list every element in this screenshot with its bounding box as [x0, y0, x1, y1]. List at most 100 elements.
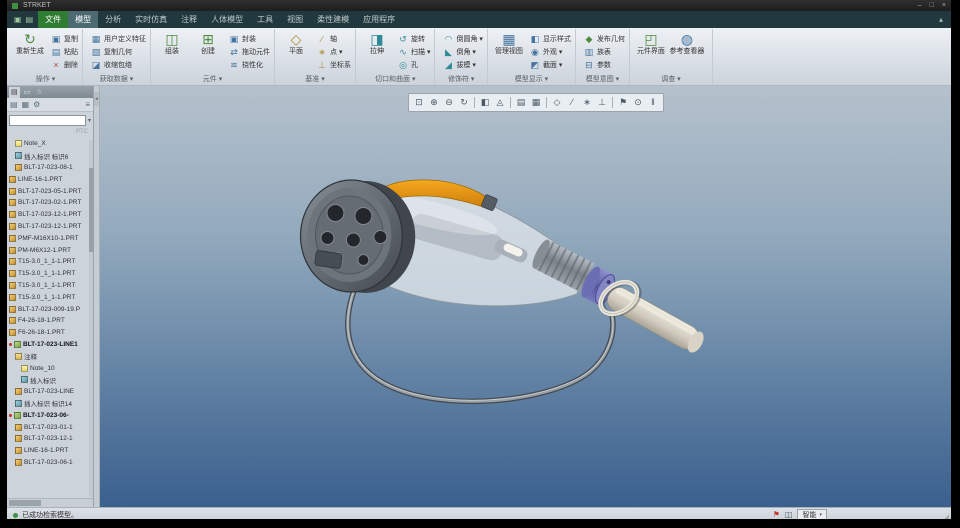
- ribbon-group-label[interactable]: 模型显示 ▾: [492, 73, 571, 85]
- ribbon-button[interactable]: ◠ 倒圆角 ▾: [443, 33, 483, 45]
- ribbon-button[interactable]: ∕ 轴: [317, 33, 351, 45]
- ribbon-group-label[interactable]: 切口和曲面 ▾: [360, 73, 430, 85]
- tree-item[interactable]: 插入标识: [9, 374, 93, 386]
- ribbon-group-label[interactable]: 修饰符 ▾: [439, 73, 482, 85]
- datum-plane-display-icon[interactable]: ◇: [550, 95, 564, 110]
- ribbon-group-label[interactable]: 获取数据 ▾: [87, 73, 146, 85]
- scrollbar-thumb[interactable]: [9, 500, 41, 506]
- tree-settings-icon[interactable]: ⚙: [33, 99, 40, 111]
- tree-menu-icon[interactable]: ≡: [85, 99, 90, 111]
- refit-icon[interactable]: ⊡: [412, 95, 426, 110]
- minimize-button[interactable]: –: [918, 0, 922, 11]
- ribbon-button[interactable]: ◆ 发布几何: [584, 33, 624, 45]
- tree-item[interactable]: T15-3.0_1_1-1.PRT: [9, 256, 93, 268]
- tree-item[interactable]: F4-26-18-1.PRT: [9, 315, 93, 327]
- ribbon-button[interactable]: ◢ 拔模 ▾: [443, 59, 482, 71]
- ribbon-tab[interactable]: 实时仿真: [128, 11, 174, 28]
- panel-collapse-icon[interactable]: ◂: [94, 92, 99, 106]
- separator[interactable]: [546, 97, 547, 108]
- tree-item[interactable]: T15-3.0_1_1-1.PRT: [9, 280, 93, 292]
- ribbon-button[interactable]: ⊥ 坐标系: [317, 59, 351, 71]
- tree-item[interactable]: T15-3.0_1_1-1.PRT: [9, 291, 93, 303]
- ribbon-button[interactable]: ▤ 粘贴: [51, 46, 78, 58]
- tree-item[interactable]: BLT-17-023-08-1: [9, 162, 93, 174]
- datum-axis-display-icon[interactable]: ∕: [565, 95, 579, 110]
- tree-vertical-scrollbar[interactable]: [89, 140, 93, 497]
- separator[interactable]: [612, 97, 613, 108]
- ribbon-button[interactable]: ∗ 点 ▾: [317, 46, 351, 58]
- tree-item[interactable]: T15-3.0_1_1-1.PRT: [9, 268, 93, 280]
- zoom-out-icon[interactable]: ⊖: [442, 95, 456, 110]
- model-3d-ev-connector[interactable]: [100, 86, 951, 507]
- ribbon-button[interactable]: ◩ 截面 ▾: [530, 59, 571, 71]
- tree-item[interactable]: LINE-16-1.PRT: [9, 173, 93, 185]
- zoom-in-icon[interactable]: ⊕: [427, 95, 441, 110]
- saved-orientations-icon[interactable]: ▤: [514, 95, 528, 110]
- new-file-icon[interactable]: ▣: [14, 11, 22, 28]
- tree-item[interactable]: 注释: [9, 350, 93, 362]
- open-file-icon[interactable]: ▤: [26, 11, 34, 28]
- resize-grip[interactable]: ◢: [944, 513, 949, 519]
- navigator-model-tree-tab[interactable]: ▤: [9, 86, 20, 98]
- ribbon-group-label[interactable]: 操作 ▾: [13, 73, 78, 85]
- selection-filter-dropdown[interactable]: 智能 ▾: [797, 509, 827, 519]
- tree-item[interactable]: LINE-16-1.PRT: [9, 445, 93, 457]
- ribbon-button[interactable]: ◨ 拉伸: [360, 30, 394, 73]
- spin-center-icon[interactable]: ⊙: [631, 95, 645, 110]
- ribbon-button[interactable]: ◰ 元件界面: [634, 30, 668, 73]
- ribbon-button[interactable]: ▣ 封装: [229, 33, 270, 45]
- navigator-favorites-tab[interactable]: ☆: [34, 87, 44, 98]
- ribbon-button[interactable]: ◣ 倒角 ▾: [443, 46, 482, 58]
- csys-display-icon[interactable]: ⊥: [595, 95, 609, 110]
- tree-item[interactable]: BLT-17-023-12-1.PRT: [9, 209, 93, 221]
- tree-item[interactable]: BLT-17-023-05-1.PRT: [9, 185, 93, 197]
- ribbon-tab[interactable]: 工具: [250, 11, 280, 28]
- tree-horizontal-scrollbar[interactable]: [7, 498, 93, 507]
- repaint-icon[interactable]: ↻: [457, 95, 471, 110]
- ribbon-tab[interactable]: 注释: [174, 11, 204, 28]
- ribbon-button[interactable]: ◧ 显示样式: [530, 33, 571, 45]
- perspective-icon[interactable]: ◬: [493, 95, 507, 110]
- ribbon-button[interactable]: ◪ 收缩包络: [91, 59, 146, 71]
- tree-columns-icon[interactable]: ▦: [22, 99, 30, 111]
- tree-item[interactable]: F6-26-18-1.PRT: [9, 327, 93, 339]
- ribbon-tab[interactable]: 分析: [98, 11, 128, 28]
- tree-show-icon[interactable]: ▤: [10, 99, 18, 111]
- tree-item[interactable]: BLT-17-023-01-1: [9, 421, 93, 433]
- ribbon-button[interactable]: ▣ 复制: [51, 33, 78, 45]
- ribbon-tab[interactable]: 模型: [68, 11, 99, 28]
- ribbon-button[interactable]: ↻ 重新生成: [13, 30, 47, 73]
- tree-item[interactable]: PMF-M16X10-1.PRT: [9, 232, 93, 244]
- view-manager-icon[interactable]: ▦: [529, 95, 543, 110]
- ribbon-button[interactable]: ◎ 孔: [398, 59, 430, 71]
- ribbon-tab[interactable]: 柔性建模: [310, 11, 356, 28]
- tree-item[interactable]: BLT-17-023-LINE: [9, 386, 93, 398]
- tree-item[interactable]: BLT-17-023-12-1: [9, 433, 93, 445]
- ribbon-button[interactable]: ◫ 组装: [155, 30, 189, 73]
- notification-flag-icon[interactable]: ⚑: [773, 509, 780, 519]
- separator[interactable]: [474, 97, 475, 108]
- ribbon-button[interactable]: ▧ 复制几何: [91, 46, 146, 58]
- ribbon-group-label[interactable]: 模型意图 ▾: [580, 73, 625, 85]
- ribbon-button[interactable]: ◉ 外观 ▾: [530, 46, 571, 58]
- ribbon-tab[interactable]: 人体模型: [204, 11, 250, 28]
- close-button[interactable]: ×: [942, 0, 946, 11]
- display-style-icon[interactable]: ◧: [478, 95, 492, 110]
- tree-item[interactable]: 插入标识 标识6: [9, 150, 93, 162]
- ribbon-group-label[interactable]: 调查 ▾: [634, 73, 708, 85]
- tree-item[interactable]: BLT-17-023-LINE1: [9, 339, 93, 351]
- ribbon-group-label[interactable]: 元件 ▾: [155, 73, 270, 85]
- display-toggle-icon[interactable]: ◫: [785, 509, 793, 519]
- tree-item[interactable]: PM-M6X12-1.PRT: [9, 244, 93, 256]
- ribbon-button[interactable]: ↺ 旋转: [398, 33, 430, 45]
- ribbon-button[interactable]: ▦ 用户定义特征: [91, 33, 146, 45]
- ribbon-button[interactable]: ∿ 扫描 ▾: [398, 46, 430, 58]
- ribbon-button[interactable]: ≋ 挠性化: [229, 59, 270, 71]
- 3d-viewport[interactable]: ⊡ ⊕ ⊖ ↻ ◧ ◬ ▤ ▦ ◇ ∕ ∗ ⊥ ⚑ ⊙ ‖: [100, 86, 951, 507]
- scrollbar-thumb[interactable]: [89, 168, 93, 252]
- ribbon-button[interactable]: ⊞ 创建: [191, 30, 225, 73]
- ribbon-button[interactable]: ⊟ 参数: [584, 59, 625, 71]
- tree-item[interactable]: BLT-17-023-06-: [9, 409, 93, 421]
- tree-item[interactable]: BLT-17-023-009-19.P: [9, 303, 93, 315]
- navigator-folders-tab[interactable]: ▭: [22, 87, 33, 98]
